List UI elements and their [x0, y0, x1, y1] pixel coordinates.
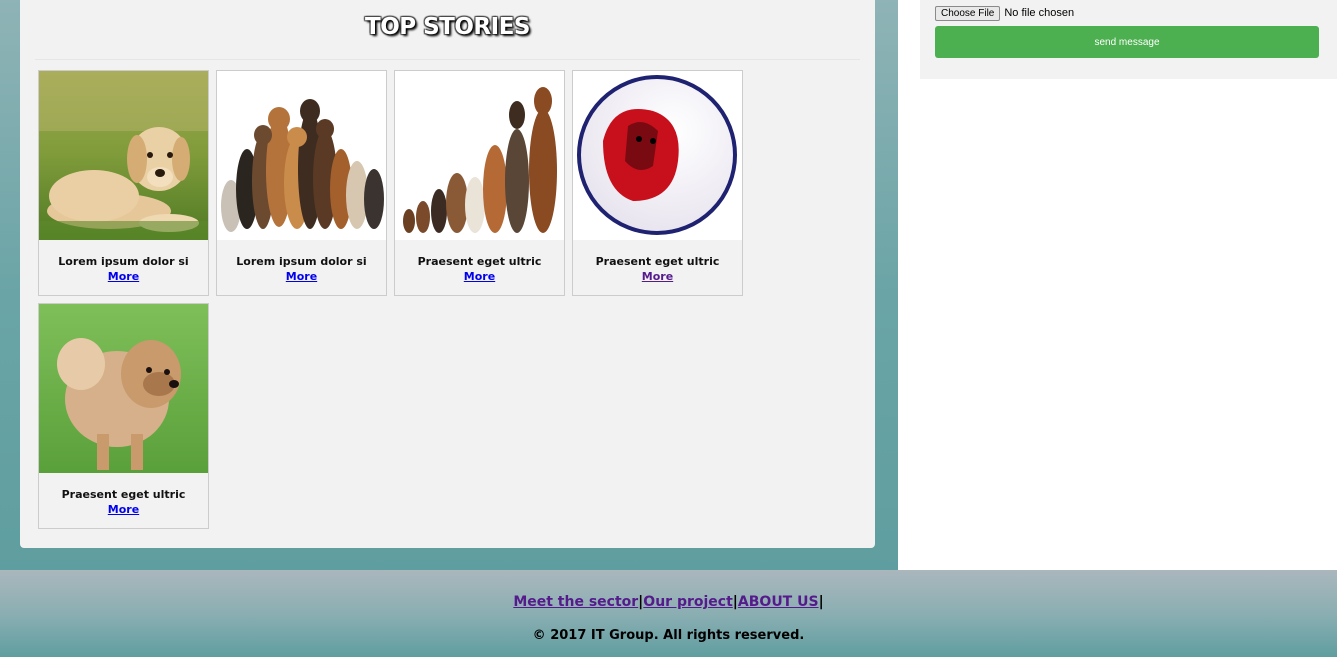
story-card: Praesent eget ultric More	[38, 303, 209, 529]
story-card: Praesent eget ultric More	[394, 70, 565, 296]
more-link[interactable]: More	[395, 270, 564, 283]
chow-chow-image[interactable]	[39, 304, 208, 473]
story-card: Lorem ipsum dolor si More	[216, 70, 387, 296]
top-stories-panel: TOP STORIES Lorem ipsum dolor si More Lo…	[20, 0, 875, 548]
send-message-button[interactable]: send message	[935, 26, 1319, 58]
file-upload-row: Choose File No file chosen	[935, 5, 1074, 21]
footer-link-about-us[interactable]: ABOUT US	[738, 594, 819, 610]
story-caption: Praesent eget ultric	[61, 488, 186, 501]
more-link[interactable]: More	[573, 270, 742, 283]
footer-nav: Meet the sector|Our project|ABOUT US|	[0, 594, 1337, 610]
right-column: Choose File No file chosen send message	[898, 0, 1337, 570]
story-card: Lorem ipsum dolor si More	[38, 70, 209, 296]
dog-group-image[interactable]	[217, 71, 386, 240]
section-title: TOP STORIES	[365, 14, 530, 40]
more-link[interactable]: More	[217, 270, 386, 283]
title-divider	[35, 59, 860, 60]
story-caption: Lorem ipsum dolor si	[58, 255, 189, 268]
file-status-text: No file chosen	[1004, 7, 1075, 19]
footer-separator: |	[818, 594, 824, 610]
choose-file-button[interactable]: Choose File	[935, 5, 1001, 21]
footer-link-our-project[interactable]: Our project	[643, 594, 732, 610]
more-link[interactable]: More	[39, 270, 208, 283]
story-caption: Lorem ipsum dolor si	[236, 255, 367, 268]
copyright-text: © 2017 IT Group. All rights reserved.	[532, 628, 805, 643]
golden-retriever-puppy-image[interactable]	[39, 71, 208, 240]
story-card: Praesent eget ultric More	[572, 70, 743, 296]
more-link[interactable]: More	[39, 503, 208, 516]
dogs-world-logo-image[interactable]	[573, 71, 742, 240]
footer-link-meet-the-sector[interactable]: Meet the sector	[513, 594, 638, 610]
page-footer: Meet the sector|Our project|ABOUT US| © …	[0, 570, 1337, 657]
story-caption: Praesent eget ultric	[417, 255, 542, 268]
dog-breeds-lineup-image[interactable]	[395, 71, 564, 240]
story-caption: Praesent eget ultric	[595, 255, 720, 268]
contact-form: Choose File No file chosen send message	[920, 0, 1337, 79]
